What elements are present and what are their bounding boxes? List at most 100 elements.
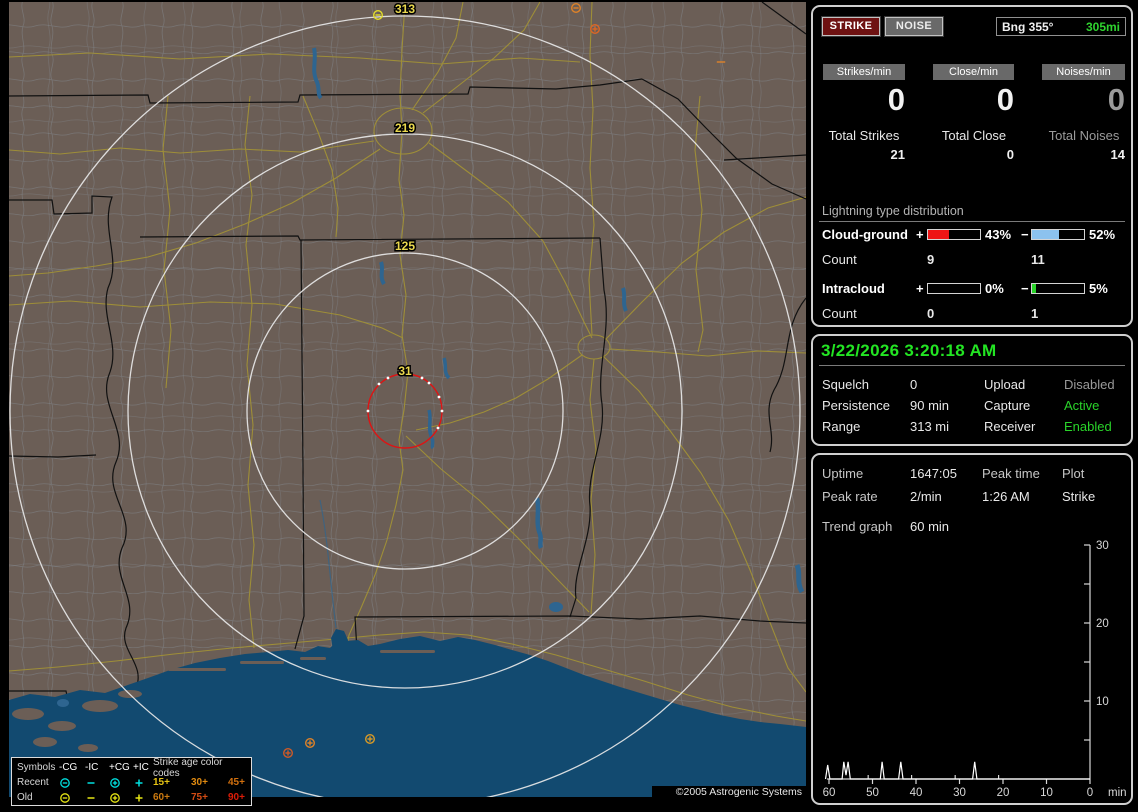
age-code-75: 75+ (191, 792, 208, 803)
bearing-value: Bng 355° (1002, 19, 1054, 34)
map-legend: Symbols -CG -IC +CG +IC Strike age color… (11, 757, 252, 806)
plus-sign: + (916, 281, 924, 296)
y-tick-label: 30 (1096, 540, 1109, 552)
cg-negative-pct: 52% (1089, 227, 1116, 242)
cg-positive-bar (927, 229, 981, 240)
x-tick-label: 40 (910, 787, 923, 799)
range-value: 313 mi (910, 419, 950, 434)
plus-sign: + (916, 227, 924, 242)
legend-col-pos-cg: +CG (109, 762, 130, 773)
upload-status: Disabled (1064, 377, 1115, 392)
plot-value: Strike (1062, 489, 1096, 504)
trend-graph-chart: 30 20 10 60 50 40 30 20 10 0 min (823, 540, 1127, 799)
age-code-90: 90+ (228, 792, 245, 803)
plus-icon (133, 777, 153, 789)
strike-summary-panel: STRIKE NOISE Bng 355° 305mi Strikes/min … (811, 5, 1133, 327)
status-panel: 3/22/2026 3:20:18 AM Squelch 0 Upload Di… (811, 334, 1133, 446)
ring-label-219: 219 (395, 121, 415, 135)
total-noises-label: Total Noises (1048, 128, 1120, 143)
x-tick-label: 0 (1087, 787, 1093, 799)
minus-sign: − (1021, 227, 1029, 242)
x-tick-label: 60 (823, 787, 836, 799)
divider (819, 221, 1125, 222)
age-code-30: 30+ (191, 777, 208, 788)
ic-negative-pct: 5% (1089, 281, 1108, 296)
cloud-ground-label: Cloud-ground (822, 227, 908, 242)
divider (819, 365, 1125, 366)
strike-mode-button[interactable]: STRIKE (822, 17, 880, 36)
age-code-60: 60+ (153, 792, 170, 803)
range-label: Range (822, 419, 861, 434)
peak-time-value: 1:26 AM (982, 489, 1030, 504)
trend-window-value: 60 min (910, 519, 950, 534)
x-axis-unit-label: min (1108, 787, 1127, 799)
close-per-min-label: Close/min (933, 64, 1014, 80)
datetime-display: 3/22/2026 3:20:18 AM (821, 341, 997, 360)
lightning-map[interactable]: 313 219 125 31 (8, 1, 807, 807)
plot-label: Plot (1062, 466, 1085, 481)
cg-negative-bar-fill (1032, 230, 1060, 239)
close-per-min-value: 0 (996, 82, 1014, 117)
x-tick-label: 20 (997, 787, 1010, 799)
x-tick-label: 10 (1040, 787, 1053, 799)
x-tick-label: 50 (866, 787, 879, 799)
legend-col-pos-ic: +IC (133, 762, 149, 773)
noise-mode-button[interactable]: NOISE (885, 17, 943, 36)
total-close-value: 0 (1006, 147, 1014, 162)
capture-status: Active (1064, 398, 1100, 413)
legend-row-old-label: Old (17, 792, 33, 803)
strikes-per-min-value: 0 (887, 82, 905, 117)
cg-negative-bar (1031, 229, 1085, 240)
ring-label-31: 31 (398, 364, 412, 378)
trend-line (824, 761, 1090, 780)
ic-negative-bar-fill (1032, 284, 1036, 293)
cg-positive-pct: 43% (985, 227, 1012, 242)
minus-sign: − (1021, 281, 1029, 296)
ic-positive-count: 0 (927, 306, 935, 321)
age-code-15: 15+ (153, 777, 170, 788)
ic-count-label: Count (822, 306, 857, 321)
peak-time-label: Peak time (982, 466, 1040, 481)
legend-col-neg-cg: -CG (59, 762, 78, 773)
trend-graph-label: Trend graph (822, 519, 893, 534)
distribution-title: Lightning type distribution (822, 204, 964, 218)
cg-negative-count: 11 (1031, 252, 1045, 267)
total-noises-value: 14 (1110, 147, 1125, 162)
y-tick-label: 20 (1096, 618, 1109, 630)
copyright-notice: ©2005 Astrogenic Systems (652, 786, 806, 799)
plus-icon (133, 792, 153, 804)
uptime-label: Uptime (822, 466, 864, 481)
intracloud-label: Intracloud (822, 281, 885, 296)
total-strikes-label: Total Strikes (828, 128, 900, 143)
bearing-readout: Bng 355° 305mi (996, 17, 1126, 36)
squelch-label: Squelch (822, 377, 869, 392)
x-tick-label: 30 (953, 787, 966, 799)
peak-rate-value: 2/min (910, 489, 942, 504)
upload-label: Upload (984, 377, 1026, 392)
total-strikes-value: 21 (890, 147, 905, 162)
persistence-value: 90 min (910, 398, 950, 413)
strikes-per-min-label: Strikes/min (823, 64, 905, 80)
legend-age-header: Strike age color codes (153, 756, 223, 779)
uptime-value: 1647:05 (910, 466, 957, 481)
capture-label: Capture (984, 398, 1031, 413)
peak-rate-label: Peak rate (822, 489, 878, 504)
ic-positive-bar (927, 283, 981, 294)
circled-plus-icon (109, 777, 133, 789)
minus-icon (85, 777, 109, 789)
ic-negative-bar (1031, 283, 1085, 294)
receiver-label: Receiver (984, 419, 1036, 434)
stats-trend-panel: Uptime 1647:05 Peak time Plot Peak rate … (811, 453, 1133, 805)
legend-symbols-header: Symbols (17, 762, 56, 773)
y-tick-label: 10 (1096, 696, 1109, 708)
ring-label-125: 125 (395, 239, 415, 253)
circled-minus-icon (59, 777, 85, 789)
legend-col-neg-ic: -IC (85, 762, 99, 773)
ring-label-313: 313 (395, 2, 415, 16)
minus-icon (85, 792, 109, 804)
cg-positive-bar-fill (928, 230, 949, 239)
total-close-label: Total Close (941, 128, 1007, 143)
circled-plus-icon (109, 792, 133, 804)
bearing-distance: 305mi (1085, 19, 1120, 34)
receiver-status: Enabled (1064, 419, 1112, 434)
